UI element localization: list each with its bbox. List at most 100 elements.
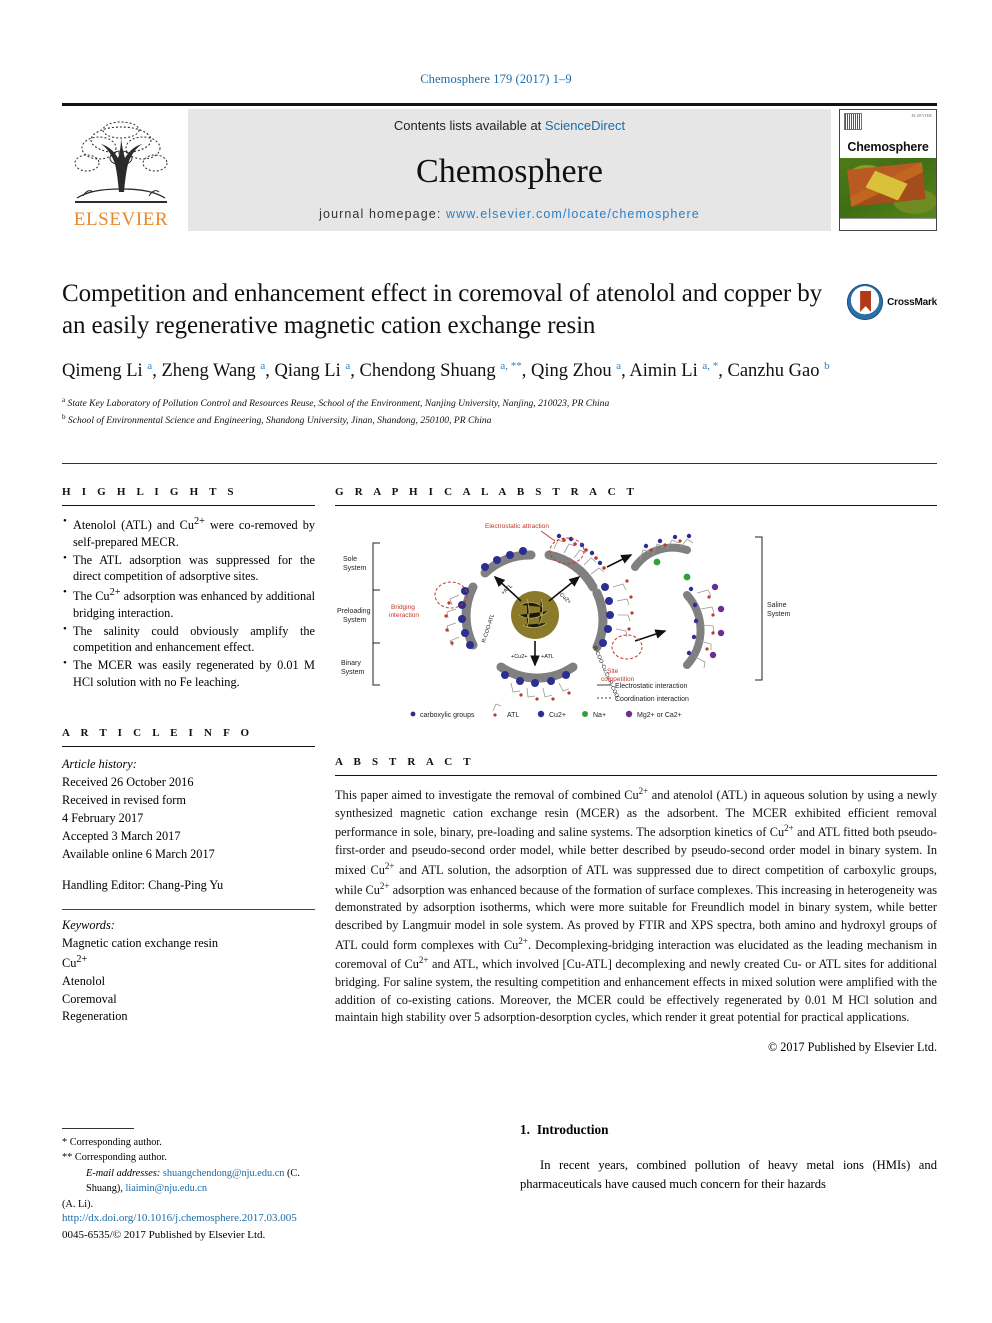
elsevier-wordmark: ELSEVIER [73,209,169,230]
annotation-bridging: Bridging interaction [389,581,468,619]
annotation-bridging-label-1: Bridging [391,604,415,611]
sciencedirect-link[interactable]: ScienceDirect [545,118,625,133]
columns-top-rule [62,463,937,464]
arc-right [592,579,634,652]
homepage-url[interactable]: www.elsevier.com/locate/chemosphere [446,207,700,221]
introduction-block: 1. Introduction In recent years, combined… [520,1122,937,1193]
affiliation-text-a: State Key Laboratory of Pollution Contro… [67,398,610,410]
arc-upper-left [480,547,536,578]
article-info-heading: A R T I C L E I N F O [62,727,254,740]
footnote-rule [62,1128,134,1129]
svg-text:System: System [343,617,367,624]
doi-block: http://dx.doi.org/10.1016/j.chemosphere.… [62,1210,462,1243]
annotation-electrostatic-label: Electrostatic attraction [485,523,549,530]
highlight-item: The ATL adsorption was suppressed for th… [62,551,315,585]
history-line-0: Received 26 October 2016 [62,775,194,790]
arc-bottom [496,662,578,701]
article-first-page: Chemosphere 179 (2017) 1–9 ELSEVIER Cont… [0,0,992,1323]
contents-lists-line: Contents lists available at ScienceDirec… [394,118,625,133]
cover-barcode-icon [844,113,862,130]
svg-text:Saline: Saline [767,602,787,609]
crossmark-icon [847,284,884,320]
crossmark-label: CrossMark [887,296,937,308]
abstract-copyright: © 2017 Published by Elsevier Ltd. [767,1039,937,1054]
doi-link[interactable]: http://dx.doi.org/10.1016/j.chemosphere.… [62,1210,462,1227]
highlights-list: Atenolol (ATL) and Cu2+ were co-removed … [62,514,315,690]
svg-text:Electrostatic interaction: Electrostatic interaction [615,683,687,690]
svg-text:Coordination interaction: Coordination interaction [615,696,689,703]
email-addresses-label: E-mail addresses: [86,1167,161,1179]
svg-text:Na+: Na+ [593,712,606,719]
issn-copyright-line: 0045-6535/© 2017 Published by Elsevier L… [62,1228,266,1241]
footnote-corresponding-single: * Corresponding author. [62,1137,162,1148]
journal-masthead: ELSEVIER Contents lists available at Sci… [62,103,937,231]
svg-text:System: System [341,669,365,676]
svg-text:+Cu2+: +Cu2+ [511,654,528,660]
affiliation-text-b: School of Environmental Science and Engi… [67,415,492,427]
keyword-2: Atenolol [62,973,106,988]
introduction-paragraph: In recent years, combined pollution of h… [520,1158,937,1191]
annotation-bridging-label-2: interaction [389,612,419,619]
crossmark-badge-group[interactable]: CrossMark [847,284,937,320]
cover-artwork [840,158,936,218]
graphical-abstract-rule [335,505,937,506]
contents-lists-prefix: Contents lists available at [393,118,545,133]
cover-footer-strip [840,218,936,230]
annotation-site-competition: Site competition [601,634,643,683]
history-line-4: Available online 6 March 2017 [62,846,215,861]
svg-text:Binary: Binary [341,660,361,667]
left-column: H I G H L I G H T S Atenolol (ATL) and C… [62,486,315,1026]
svg-text:+ATL: +ATL [541,654,554,660]
elsevier-logo: ELSEVIER [62,109,180,231]
system-labels-left: Sole System Preloading System Binary System [337,556,371,676]
annotation-site-competition-label-1: Site [607,668,619,675]
svg-text:carboxylic groups: carboxylic groups [420,712,475,719]
email-link-1[interactable]: shuangchendong@nju.edu.cn [163,1168,285,1179]
keywords-label: Keywords: [62,918,115,933]
abstract-rule [335,775,937,776]
svg-text:System: System [767,611,791,618]
affiliation-marker-a: a [62,396,66,405]
journal-title: Chemosphere [416,152,603,190]
history-line-2: 4 February 2017 [62,810,144,825]
affiliation-a: a State Key Laboratory of Pollution Cont… [62,395,937,412]
graphical-abstract-svg: Sole System Preloading System Binary System… [337,523,791,719]
footnotes-block: * Corresponding author. ** Corresponding… [62,1128,315,1212]
email-link-2[interactable]: liaimin@nju.edu.cn [125,1183,207,1194]
article-info-rule [62,746,315,748]
svg-text:+ATL: +ATL [500,583,514,596]
saline-fragment-right [683,583,725,669]
handling-editor: Handling Editor: Chang-Ping Yu [62,878,224,893]
right-column: G R A P H I C A L A B S T R A C T Sole S… [335,486,937,1055]
species-legend: carboxylic groups ATL Cu2+ Na+ Mg2+ or C… [410,703,682,719]
title-block: Competition and enhancement effect in co… [62,278,937,429]
svg-text:Mg2+ or Ca2+: Mg2+ or Ca2+ [637,712,682,719]
highlight-item: Atenolol (ATL) and Cu2+ were co-removed … [62,514,315,551]
highlight-item: The salinity could obviously amplify the… [62,621,315,656]
affiliation-marker-b: b [62,413,66,422]
keywords-block: Keywords: Magnetic cation exchange resin… [62,917,315,1026]
article-history-block: Article history: Received 26 October 201… [62,756,315,895]
graphical-abstract-heading: G R A P H I C A L A B S T R A C T [335,486,639,498]
introduction-number: 1. [520,1122,530,1137]
history-line-1: Received in revised form [62,793,186,808]
homepage-prefix: journal homepage: [319,207,446,221]
abstract-heading: A B S T R A C T [335,756,475,768]
keyword-3: Coremoval [62,991,117,1006]
svg-text:System: System [343,565,367,572]
running-head-citation: Chemosphere 179 (2017) 1–9 [420,72,572,86]
cover-publisher-label: ELSEVIER [911,113,932,118]
system-brackets-left [372,542,380,686]
elsevier-tree-icon [74,121,168,203]
history-line-3: Accepted 3 March 2017 [62,828,181,843]
svg-text:Sole: Sole [343,556,357,563]
annotation-site-competition-label-2: competition [601,676,635,683]
arc-left [444,582,478,650]
system-label-saline: Saline System [767,602,791,618]
highlight-item: The MCER was easily regenerated by 0.01 … [62,656,315,690]
affiliation-list: a State Key Laboratory of Pollution Cont… [62,395,937,429]
graphical-abstract-figure: Sole System Preloading System Binary System… [335,515,937,727]
keywords-rule [62,909,315,911]
svg-text:Cu2+: Cu2+ [549,712,566,719]
system-bracket-right [755,536,763,681]
